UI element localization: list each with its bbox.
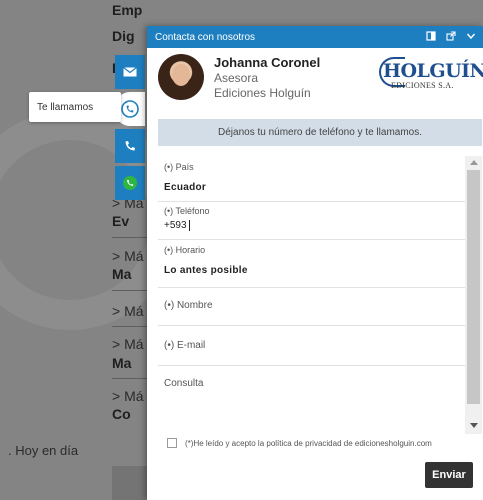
phone-button[interactable] xyxy=(115,129,145,163)
email-placeholder: (•) E-mail xyxy=(164,340,206,351)
scroll-up-arrow[interactable] xyxy=(470,160,478,165)
callback-icon xyxy=(121,100,139,118)
whatsapp-icon xyxy=(122,175,138,191)
country-field[interactable]: (•) País Ecuador xyxy=(158,156,465,202)
email-field[interactable]: (•) E-mail xyxy=(158,326,465,366)
contact-rail xyxy=(115,55,145,203)
logo-main-text: HOLGUÍN xyxy=(383,60,483,82)
callback-banner: Déjanos tu número de teléfono y te llama… xyxy=(158,119,482,146)
panel-title: Contacta con nosotros xyxy=(155,31,256,43)
agent-role: Asesora xyxy=(214,71,259,85)
chevron-down-icon[interactable] xyxy=(465,30,477,42)
agent-company: Ediciones Holguín xyxy=(214,86,311,100)
phone-field[interactable]: (•) Teléfono +593 xyxy=(158,202,465,240)
form-scrollbar[interactable] xyxy=(465,156,482,434)
panel-header: Contacta con nosotros xyxy=(147,26,483,48)
privacy-consent: (*)He leído y acepto la política de priv… xyxy=(167,438,432,448)
privacy-checkbox[interactable] xyxy=(167,438,177,448)
callback-tooltip: Te llamamos xyxy=(29,92,121,122)
company-logo: HOLGUÍN EDICIONES S.A. xyxy=(379,57,483,94)
avatar xyxy=(158,54,204,100)
send-button[interactable]: Enviar xyxy=(425,462,473,488)
text-cursor xyxy=(188,220,190,231)
mail-icon xyxy=(123,67,137,77)
minimize-icon[interactable] xyxy=(425,30,437,42)
agent-card: Johanna Coronel Asesora Ediciones Holguí… xyxy=(147,48,483,118)
phone-value: +593 xyxy=(164,220,187,232)
schedule-value[interactable]: Lo antes posible xyxy=(158,265,465,276)
panel-header-controls xyxy=(425,30,477,42)
query-placeholder: Consulta xyxy=(164,378,204,389)
phone-label: (•) Teléfono xyxy=(164,206,210,216)
scroll-thumb[interactable] xyxy=(467,170,480,404)
scroll-down-arrow[interactable] xyxy=(470,423,478,428)
privacy-text: (*)He leído y acepto la política de priv… xyxy=(185,438,432,448)
name-placeholder: (•) Nombre xyxy=(164,300,213,311)
mail-button[interactable] xyxy=(115,55,145,89)
logo-sub-text: EDICIONES S.A. xyxy=(391,81,454,90)
agent-name: Johanna Coronel xyxy=(214,55,321,70)
whatsapp-button[interactable] xyxy=(115,166,145,200)
popout-icon[interactable] xyxy=(445,30,457,42)
schedule-field[interactable]: (•) Horario Lo antes posible xyxy=(158,240,465,288)
query-field[interactable]: Consulta xyxy=(158,366,465,434)
name-field[interactable]: (•) Nombre xyxy=(158,288,465,326)
phone-icon xyxy=(124,140,136,152)
country-value[interactable]: Ecuador xyxy=(158,182,465,193)
schedule-label: (•) Horario xyxy=(164,245,206,255)
phone-input[interactable]: +593 xyxy=(158,220,465,231)
country-label: (•) País xyxy=(164,162,194,172)
callback-form: (•) País Ecuador (•) Teléfono +593 (•) H… xyxy=(158,156,465,434)
contact-panel: Contacta con nosotros Johanna Coronel As… xyxy=(147,26,483,500)
